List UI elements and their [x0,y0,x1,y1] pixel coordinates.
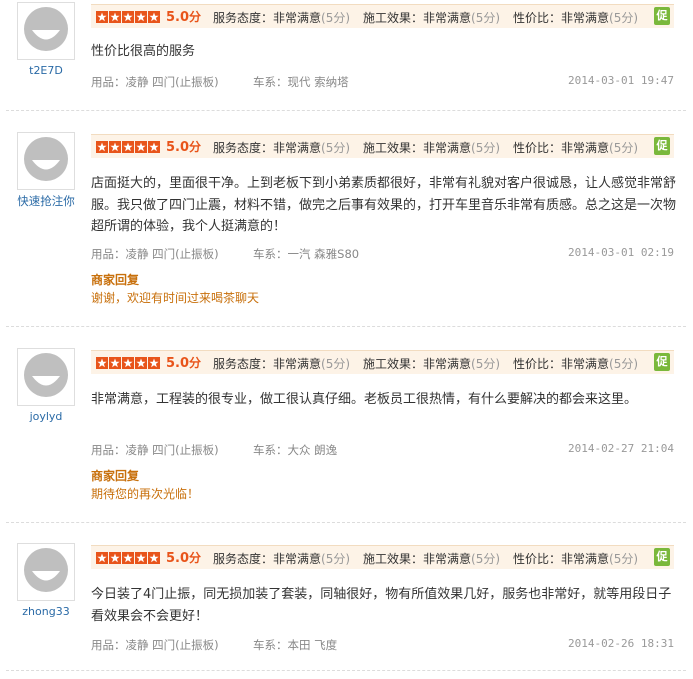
star-icon [96,11,108,23]
car-label: 车系：现代 索纳塔 [253,75,349,89]
value-rating: 性价比：非常满意(5分) [513,141,639,155]
work-rating: 施工效果：非常满意(5分) [363,141,501,155]
promo-badge-icon: 促 [654,7,670,25]
star-icon [148,11,160,23]
merchant-reply-text: 谢谢，欢迎有时间过来喝茶聊天 [91,291,260,305]
review-item: 快速抢注你 5.0分 服务态度：非常满意(5分) 施工效果：非常满意(5分) 性… [0,130,693,326]
review-date: 2014-02-26 18:31 [568,637,674,650]
divider [6,670,686,671]
work-rating: 施工效果：非常满意(5分) [363,357,501,371]
review-content: 性价比很高的服务 [91,44,196,59]
avatar[interactable] [17,132,75,190]
product-label: 用品：凌静 四门(止振板) [91,443,219,457]
merchant-reply-title: 商家回复 [91,469,140,483]
avatar[interactable] [17,2,75,60]
star-rating [96,11,160,23]
review-meta: 用品：凌静 四门(止振板) 车系：一汽 森雅S80 2014-03-01 02:… [91,246,674,262]
score: 5.0分 [166,551,202,566]
star-icon [148,552,160,564]
review-date: 2014-02-27 21:04 [568,442,674,455]
star-icon [109,357,121,369]
service-rating: 服务态度：非常满意(5分) [213,11,351,25]
star-icon [148,141,160,153]
star-icon [109,141,121,153]
default-avatar-icon [20,546,72,598]
default-avatar-icon [20,135,72,187]
review-content: 非常满意，工程装的很专业，做工很认真仔细。老板员工很热情，有什么要解决的都会来这… [91,392,638,407]
review-item: t2E7D 5.0分 服务态度：非常满意(5分) 施工效果：非常满意(5分) 性… [0,0,693,110]
username-link[interactable]: 快速抢注你 [0,193,92,209]
divider [6,522,686,523]
review-meta: 用品：凌静 四门(止振板) 车系：现代 索纳塔 2014-03-01 19:47 [91,74,674,90]
star-icon [122,552,134,564]
score: 5.0分 [166,356,202,371]
rating-bar: 5.0分 服务态度：非常满意(5分) 施工效果：非常满意(5分) 性价比：非常满… [91,4,674,28]
service-rating: 服务态度：非常满意(5分) [213,141,351,155]
default-avatar-icon [20,351,72,403]
merchant-reply-text: 期待您的再次光临！ [91,487,200,501]
review-content: 店面挺大的，里面很干净。上到老板下到小弟素质都很好，非常有礼貌对客户很诚恳，让人… [91,176,677,234]
default-avatar-icon [20,5,72,57]
star-icon [109,552,121,564]
promo-badge-icon: 促 [654,137,670,155]
rating-bar: 5.0分 服务态度：非常满意(5分) 施工效果：非常满意(5分) 性价比：非常满… [91,350,674,374]
rating-bar: 5.0分 服务态度：非常满意(5分) 施工效果：非常满意(5分) 性价比：非常满… [91,134,674,158]
merchant-reply-title: 商家回复 [91,273,140,287]
rating-bar: 5.0分 服务态度：非常满意(5分) 施工效果：非常满意(5分) 性价比：非常满… [91,545,674,569]
product-label: 用品：凌静 四门(止振板) [91,247,219,261]
star-rating [96,357,160,369]
car-label: 车系：本田 飞度 [253,638,338,652]
star-icon [122,141,134,153]
divider [6,110,686,111]
product-label: 用品：凌静 四门(止振板) [91,638,219,652]
product-label: 用品：凌静 四门(止振板) [91,75,219,89]
star-icon [96,552,108,564]
star-rating [96,552,160,564]
promo-badge-icon: 促 [654,548,670,566]
value-rating: 性价比：非常满意(5分) [513,552,639,566]
star-rating [96,141,160,153]
star-icon [135,552,147,564]
score: 5.0分 [166,10,202,25]
work-rating: 施工效果：非常满意(5分) [363,11,501,25]
username-link[interactable]: t2E7D [0,64,92,77]
avatar[interactable] [17,543,75,601]
review-date: 2014-03-01 02:19 [568,246,674,259]
car-label: 车系：一汽 森雅S80 [253,247,360,261]
score: 5.0分 [166,140,202,155]
promo-badge-icon: 促 [654,353,670,371]
star-icon [135,141,147,153]
review-item: zhong33 5.0分 服务态度：非常满意(5分) 施工效果：非常满意(5分)… [0,541,693,679]
star-icon [109,11,121,23]
star-icon [135,357,147,369]
divider [6,326,686,327]
username-link[interactable]: zhong33 [0,605,92,618]
star-icon [122,357,134,369]
star-icon [148,357,160,369]
review-item: joylyd 5.0分 服务态度：非常满意(5分) 施工效果：非常满意(5分) … [0,346,693,522]
username-link[interactable]: joylyd [0,410,92,423]
value-rating: 性价比：非常满意(5分) [513,11,639,25]
review-content: 今日装了4门止振，同无损加装了套装，同轴很好，物有所值效果几好，服务也非常好，就… [91,587,672,624]
work-rating: 施工效果：非常满意(5分) [363,552,501,566]
review-date: 2014-03-01 19:47 [568,74,674,87]
star-icon [122,11,134,23]
star-icon [96,141,108,153]
review-meta: 用品：凌静 四门(止振板) 车系：本田 飞度 2014-02-26 18:31 [91,637,674,653]
star-icon [135,11,147,23]
star-icon [96,357,108,369]
review-meta: 用品：凌静 四门(止振板) 车系：大众 朗逸 2014-02-27 21:04 [91,442,674,458]
service-rating: 服务态度：非常满意(5分) [213,552,351,566]
service-rating: 服务态度：非常满意(5分) [213,357,351,371]
avatar[interactable] [17,348,75,406]
value-rating: 性价比：非常满意(5分) [513,357,639,371]
car-label: 车系：大众 朗逸 [253,443,338,457]
